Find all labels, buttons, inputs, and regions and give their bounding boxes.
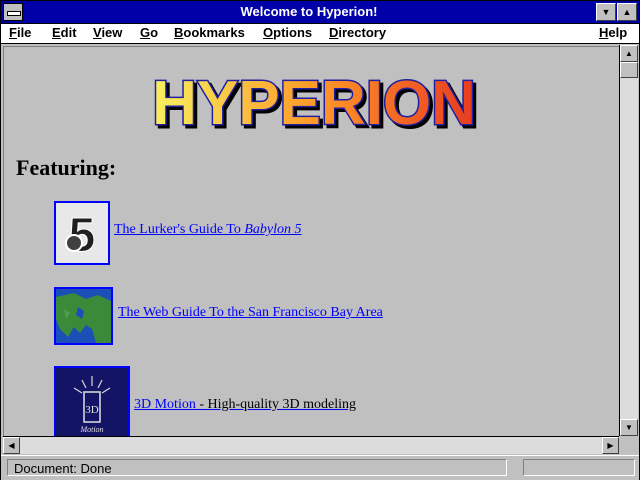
menu-file[interactable]: File xyxy=(9,25,31,41)
bay-area-map-icon[interactable] xyxy=(54,287,113,345)
status-bar: Document: Done xyxy=(1,455,639,480)
maximize-button[interactable]: ▲ xyxy=(617,3,637,21)
vertical-scroll-thumb[interactable] xyxy=(620,62,638,78)
menu-view[interactable]: View xyxy=(93,25,122,41)
menu-directory[interactable]: Directory xyxy=(329,25,386,41)
scroll-up-button[interactable]: ▲ xyxy=(620,45,638,62)
progress-indicator xyxy=(523,459,635,476)
3d-motion-logo-icon[interactable]: 3D Motion xyxy=(54,366,130,436)
status-text: Document: Done xyxy=(7,459,507,476)
link-bay-area[interactable]: The Web Guide To the San Francisco Bay A… xyxy=(118,305,383,321)
title-bar[interactable]: Welcome to Hyperion! ▼ ▲ xyxy=(1,1,639,24)
horizontal-scrollbar[interactable]: ◀ ▶ xyxy=(3,436,619,454)
vertical-scrollbar[interactable]: ▲ ▼ xyxy=(619,45,638,436)
babylon5-logo-icon[interactable]: 5 xyxy=(54,201,110,265)
logo-text: HYPERION xyxy=(152,69,476,137)
system-menu-button[interactable] xyxy=(3,3,23,21)
featuring-heading: Featuring: xyxy=(16,155,117,180)
page-content: HYPERION HYPERION Featuring: 5 The Lurke… xyxy=(3,46,619,436)
scroll-down-button[interactable]: ▼ xyxy=(620,419,638,436)
menu-options[interactable]: Options xyxy=(263,25,312,41)
svg-text:3D: 3D xyxy=(85,404,99,416)
svg-text:Motion: Motion xyxy=(79,425,103,434)
menu-help[interactable]: Help xyxy=(599,25,627,41)
minimize-button[interactable]: ▼ xyxy=(596,3,616,21)
menu-go[interactable]: Go xyxy=(140,25,158,41)
vertical-scroll-track[interactable] xyxy=(620,78,638,419)
system-menu-icon xyxy=(7,11,21,16)
3d-motion-description: - High-quality 3D modeling xyxy=(195,397,357,412)
scroll-right-button[interactable]: ▶ xyxy=(602,437,619,454)
menu-edit[interactable]: Edit xyxy=(52,25,77,41)
scroll-left-button[interactable]: ◀ xyxy=(3,437,20,454)
browser-window: Welcome to Hyperion! ▼ ▲ File Edit View … xyxy=(0,0,640,480)
scrollbar-corner xyxy=(619,436,637,454)
link-3d-motion[interactable]: 3D Motion - High-quality 3D modeling xyxy=(134,397,356,413)
window-title: Welcome to Hyperion! xyxy=(240,4,378,19)
link-babylon5[interactable]: The Lurker's Guide To Babylon 5 xyxy=(114,222,302,238)
menu-bar: File Edit View Go Bookmarks Options Dire… xyxy=(1,24,639,44)
menu-bookmarks[interactable]: Bookmarks xyxy=(174,25,245,41)
hyperion-logo: HYPERION HYPERION xyxy=(151,69,481,137)
